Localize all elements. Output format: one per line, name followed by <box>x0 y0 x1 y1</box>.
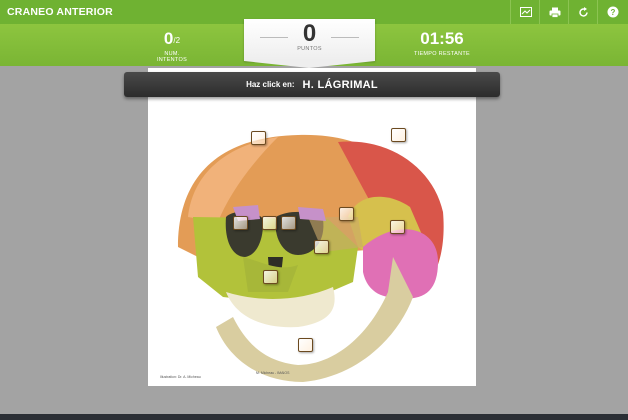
svg-text:?: ? <box>610 8 615 17</box>
points-card-tail <box>244 61 375 68</box>
slideshow-button[interactable] <box>510 0 540 24</box>
hotspot-maxilla[interactable] <box>263 270 278 284</box>
attempts-value: 0 <box>163 29 174 48</box>
illustrator-credit: Illustration: Dr. A. Micheau <box>160 375 201 379</box>
hotspot-temporal[interactable] <box>390 220 405 234</box>
print-icon <box>549 7 560 18</box>
hotspot-parietal[interactable] <box>391 128 406 142</box>
restart-button[interactable] <box>568 0 598 24</box>
bottom-bar <box>0 414 628 420</box>
help-button[interactable]: ? <box>597 0 627 24</box>
slideshow-icon <box>519 7 532 17</box>
instruction-prefix: Haz click en: <box>246 80 295 89</box>
hotspot-mandible[interactable] <box>298 338 313 352</box>
time-label: TIEMPO RESTANTE <box>413 51 471 57</box>
hotspot-ethmoid[interactable] <box>281 216 296 230</box>
hotspot-frontal[interactable] <box>251 131 266 145</box>
time-stat: 01:56 TIEMPO RESTANTE <box>410 29 474 58</box>
restart-icon <box>579 6 588 17</box>
attempts-label: NUM. INTENTOS <box>156 51 188 63</box>
time-value: 01:56 <box>420 29 464 48</box>
attempts-total: /2 <box>173 36 181 45</box>
help-icon: ? <box>607 6 618 18</box>
points-value: 0 <box>302 20 317 47</box>
instruction-target: H. LÁGRIMAL <box>302 78 378 91</box>
instruction-banner: Haz click en: H. LÁGRIMAL <box>124 72 500 97</box>
hotspot-zygomatic[interactable] <box>314 240 329 254</box>
attempts-stat: 0/2 NUM. INTENTOS <box>150 29 194 64</box>
hotspot-nasal[interactable] <box>262 216 277 230</box>
hotspot-sphenoid[interactable] <box>339 207 354 221</box>
hotspot-orbit-left[interactable] <box>233 216 248 230</box>
points-label: PUNTOS <box>297 46 322 52</box>
copyright-credit: M. Micheau - IMAIOS <box>256 371 290 375</box>
print-button[interactable] <box>539 0 569 24</box>
points-card: 0 PUNTOS <box>244 19 375 61</box>
app-title: CRANEO ANTERIOR <box>7 6 113 18</box>
